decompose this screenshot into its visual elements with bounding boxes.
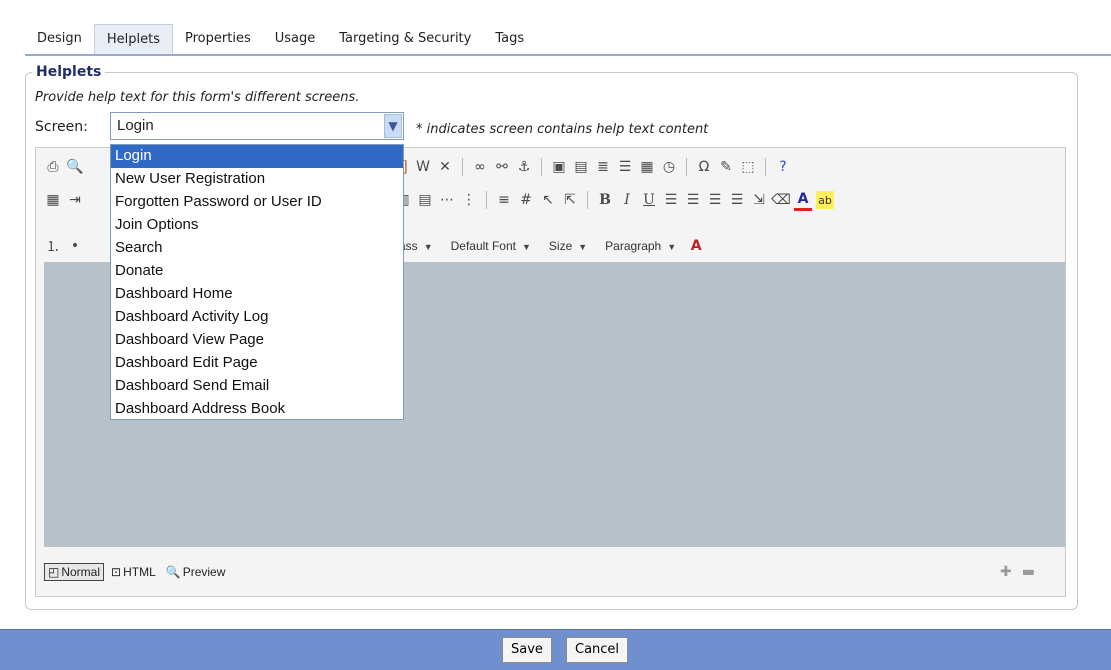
screen-option-dashboard-view-page[interactable]: Dashboard View Page	[111, 329, 403, 352]
screen-options-list: Login New User Registration Forgotten Pa…	[110, 144, 404, 420]
tab-bar: Design Helplets Properties Usage Targeti…	[25, 24, 536, 56]
screen-option-new-user-registration[interactable]: New User Registration	[111, 168, 403, 191]
screen-option-dashboard-edit-page[interactable]: Dashboard Edit Page	[111, 352, 403, 375]
expand-icon[interactable]: ✚	[1000, 564, 1012, 580]
tab-properties[interactable]: Properties	[173, 24, 263, 54]
screen-option-forgotten-password[interactable]: Forgotten Password or User ID	[111, 191, 403, 214]
screen-label: Screen:	[35, 119, 88, 135]
image-icon[interactable]: ▣	[550, 158, 568, 176]
align-center-icon[interactable]: ☰	[684, 191, 702, 209]
bold-icon[interactable]: B	[596, 191, 614, 209]
italic-icon[interactable]: I	[618, 191, 636, 209]
highlight-color-icon[interactable]: ab	[816, 191, 834, 209]
cancel-button[interactable]: Cancel	[566, 637, 629, 663]
mode-html[interactable]: ⊡ HTML	[108, 564, 159, 580]
tab-helplets[interactable]: Helplets	[93, 24, 174, 56]
tab-underline	[25, 54, 1111, 56]
align-left-icon[interactable]: ☰	[662, 191, 680, 209]
delete-icon[interactable]: ✕	[436, 158, 454, 176]
underline-icon[interactable]: U	[640, 191, 658, 209]
paste-word-icon[interactable]: W	[414, 158, 432, 176]
helplets-description: Provide help text for this form's differ…	[35, 90, 360, 105]
mode-preview[interactable]: 🔍 Preview	[163, 564, 229, 580]
shrink-icon[interactable]: ▬	[1022, 564, 1035, 580]
document-icon[interactable]: ☰	[616, 158, 634, 176]
normal-mode-icon: ◰	[48, 565, 60, 579]
footer-bar	[0, 629, 1111, 670]
tab-design[interactable]: Design	[25, 24, 94, 54]
eraser-icon[interactable]: ⌫	[771, 191, 791, 209]
justify-icon[interactable]: ☰	[728, 191, 746, 209]
media-icon[interactable]: ▤	[572, 158, 590, 176]
template-icon[interactable]: ▦	[638, 158, 656, 176]
spell-icon[interactable]: A	[687, 237, 705, 255]
split-cells-icon[interactable]: ▤	[416, 191, 434, 209]
screen-option-login[interactable]: Login	[111, 145, 403, 168]
mode-normal[interactable]: ◰ Normal	[44, 563, 105, 581]
screen-option-search[interactable]: Search	[111, 237, 403, 260]
highlight-icon[interactable]: ✎	[717, 158, 735, 176]
resize-controls: ✚ ▬	[1000, 564, 1035, 580]
chevron-down-icon[interactable]: ▼	[384, 114, 402, 138]
helplets-legend: Helplets	[32, 64, 106, 80]
screen-option-dashboard-send-email[interactable]: Dashboard Send Email	[111, 375, 403, 398]
spellcheck-icon[interactable]: 🔍	[66, 158, 84, 176]
clock-icon[interactable]: ◷	[660, 158, 678, 176]
snippet-icon[interactable]: ⬚	[739, 158, 757, 176]
help-text-hint: * indicates screen contains help text co…	[416, 122, 709, 137]
save-button[interactable]: Save	[502, 637, 552, 663]
align-icon[interactable]: ≡	[495, 191, 513, 209]
help-icon[interactable]: ?	[774, 158, 792, 176]
font-dropdown[interactable]: Default Font ▼	[444, 234, 538, 258]
paragraph-dropdown[interactable]: Paragraph ▼	[598, 234, 683, 258]
bulleted-list-icon[interactable]: •	[66, 237, 84, 255]
preview-mode-icon: 🔍	[165, 565, 181, 579]
symbol-icon[interactable]: Ω	[695, 158, 713, 176]
pointer-icon[interactable]: ⇱	[561, 191, 579, 209]
horizontal-rule-icon[interactable]: ⋯	[438, 191, 456, 209]
tab-tags[interactable]: Tags	[483, 24, 536, 54]
align-right-icon[interactable]: ☰	[706, 191, 724, 209]
tab-targeting-security[interactable]: Targeting & Security	[327, 24, 483, 54]
size-dropdown[interactable]: Size ▼	[542, 234, 594, 258]
editor-mode-bar: ◰ Normal ⊡ HTML 🔍 Preview	[44, 563, 228, 581]
screen-option-join-options[interactable]: Join Options	[111, 214, 403, 237]
numbered-list-icon[interactable]: ⒈	[44, 237, 62, 255]
select-icon[interactable]: ↖	[539, 191, 557, 209]
screen-option-dashboard-address-book[interactable]: Dashboard Address Book	[111, 398, 403, 421]
screen-select[interactable]: Login ▼	[110, 112, 404, 140]
font-color-icon[interactable]: A	[794, 190, 812, 211]
screen-option-dashboard-activity-log[interactable]: Dashboard Activity Log	[111, 306, 403, 329]
print-icon[interactable]: ⎙	[44, 158, 62, 176]
vertical-icon[interactable]: ⋮	[460, 191, 478, 209]
indent-icon[interactable]: ⇲	[750, 191, 768, 209]
anchor-icon[interactable]: ⚓	[515, 158, 533, 176]
table-icon[interactable]: ▦	[44, 191, 62, 209]
screen-select-value: Login	[117, 117, 154, 134]
screen-option-dashboard-home[interactable]: Dashboard Home	[111, 283, 403, 306]
grid-icon[interactable]: #	[517, 191, 535, 209]
insert-column-icon[interactable]: ⇥	[66, 191, 84, 209]
link-icon[interactable]: ∞	[471, 158, 489, 176]
tab-usage[interactable]: Usage	[263, 24, 328, 54]
unlink-icon[interactable]: ⚯	[493, 158, 511, 176]
screen-option-donate[interactable]: Donate	[111, 260, 403, 283]
html-mode-icon: ⊡	[111, 565, 122, 579]
form-icon[interactable]: ≣	[594, 158, 612, 176]
